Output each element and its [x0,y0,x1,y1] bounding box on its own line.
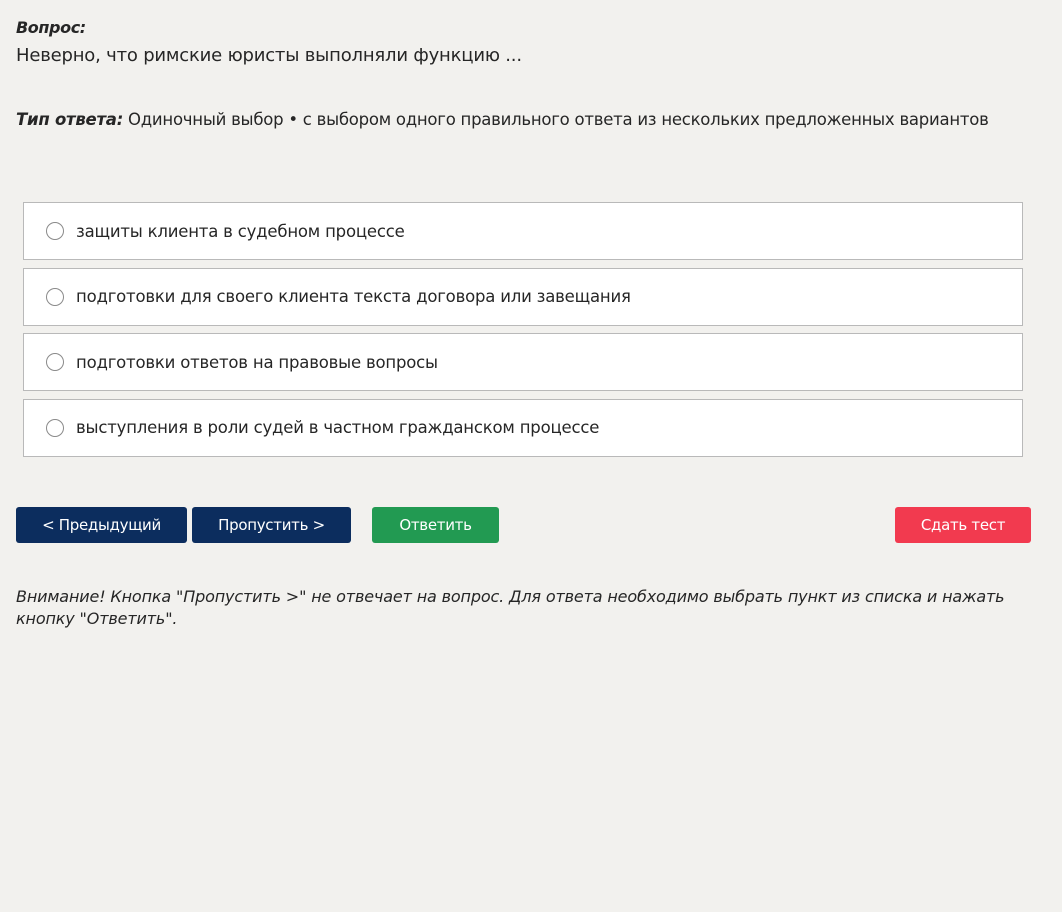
option-label: подготовки для своего клиента текста дог… [76,287,631,306]
question-label: Вопрос: [16,18,86,37]
question-text: Неверно, что римские юристы выполняли фу… [16,45,522,66]
options-list: защиты клиента в судебном процессе подго… [23,202,1023,464]
radio-button[interactable] [46,418,64,437]
answer-type-label: Тип ответа: [16,110,124,129]
option-label: защиты клиента в судебном процессе [76,221,405,241]
submit-test-button[interactable]: Сдать тест [895,507,1031,543]
option-label: выступления в роли судей в частном гражд… [76,418,600,437]
radio-button[interactable] [46,353,64,371]
test-page: Вопрос: Неверно, что римские юристы выпо… [0,0,1062,912]
skip-button[interactable]: Пропустить > [192,507,351,543]
skip-notice: Внимание! Кнопка "Пропустить >" не отвеч… [16,587,1005,628]
answer-button[interactable]: Ответить [372,507,499,543]
option-item[interactable]: подготовки ответов на правовые вопросы [23,333,1023,391]
previous-button[interactable]: < Предыдущий [16,507,187,543]
radio-button[interactable] [46,222,64,240]
answer-type: Тип ответа: Одиночный выбор • с выбором … [16,108,989,132]
option-label: подготовки ответов на правовые вопросы [76,352,438,372]
answer-type-value: Одиночный выбор • с выбором одного прави… [123,110,989,129]
option-item[interactable]: защиты клиента в судебном процессе [23,202,1023,260]
option-item[interactable]: подготовки для своего клиента текста дог… [23,267,1023,326]
radio-button[interactable] [46,287,64,306]
option-item[interactable]: выступления в роли судей в частном гражд… [23,398,1023,457]
